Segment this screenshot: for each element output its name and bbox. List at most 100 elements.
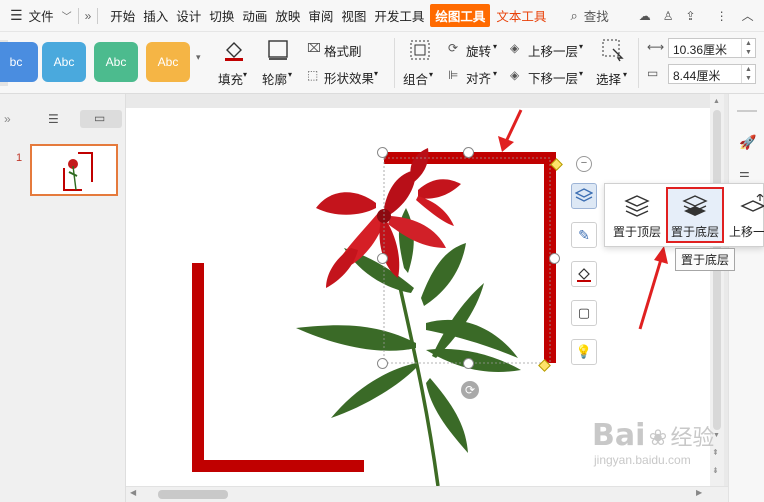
watermark-brand-cn: 经验 [670,425,715,450]
bring-forward-label: 上移一层 [728,225,764,239]
send-backward-button[interactable]: 下移一层 [528,68,578,87]
collapse-toolbar-icon[interactable]: − [576,156,592,172]
format-brush-button[interactable]: 格式刷 [324,41,362,60]
brush-icon: ✎ [578,226,590,243]
tab-view[interactable]: 视图 [339,6,368,25]
width-input[interactable]: 10.36厘米 ▲ ▼ [668,38,756,58]
thumbnail-view-tab[interactable]: ▭ [80,110,122,128]
horizontal-scrollbar-thumb[interactable] [158,490,228,499]
height-value: 8.44厘米 [673,69,721,83]
outline-button[interactable]: 轮廓 [262,69,287,88]
tab-transitions[interactable]: 切换 [207,6,236,25]
bring-to-front-button[interactable]: 置于顶层 [609,188,665,242]
height-icon: ▭ [647,66,659,80]
ribbon: ‹ bc Abc Abc Abc ▾ 填充 ▾ 轮廓 ▾ ⌧ 格式刷 ⬚ 形状效… [0,32,764,94]
bring-forward-icon [740,193,764,212]
next-page-icon[interactable]: ⇟ [712,466,719,475]
fill-bucket-icon[interactable] [222,38,246,62]
fill-button[interactable]: 填充 [218,69,243,88]
arrange-layers-button[interactable] [571,183,597,209]
height-spinner[interactable]: ▲ ▼ [741,65,755,83]
menu-bar: ☰ 文件 ﹀ » 开始 插入 设计 切换 动画 放映 审阅 视图 开发工具 绘图… [0,0,764,32]
rotate-icon[interactable]: ⟳ [448,41,458,55]
resize-handle-t[interactable] [463,147,474,158]
width-icon: ⟷ [647,40,665,54]
shape-style-2[interactable]: Abc [42,42,86,82]
tab-review[interactable]: 审阅 [306,6,335,25]
group-icon[interactable] [408,38,432,62]
tab-animation[interactable]: 动画 [240,6,269,25]
select-button[interactable]: 选择 [596,69,621,88]
expand-pane-icon[interactable]: » [4,112,11,126]
bring-forward-icon[interactable]: ◈ [510,41,519,55]
tab-text-tools[interactable]: 文本工具 [494,6,548,25]
dropdown-arrow: ▾ [493,42,498,51]
style-more-icon[interactable]: ▾ [196,52,201,63]
tab-design[interactable]: 设计 [174,6,203,25]
shape-style-3[interactable]: Abc [94,42,138,82]
resize-handle-b[interactable] [463,358,474,369]
expand-chevron-icon[interactable]: » [85,9,92,23]
rotate-button[interactable]: 旋转 [466,41,491,60]
send-to-back-button[interactable]: 置于底层 [666,187,724,243]
chevron-down-icon[interactable]: ﹀ [62,8,72,23]
search-icon[interactable]: ⌕ [570,8,577,24]
bring-forward-button[interactable]: 上移一层 [528,41,578,60]
tab-insert[interactable]: 插入 [141,6,170,25]
tab-home[interactable]: 开始 [108,6,137,25]
dropdown-arrow: ▾ [579,69,584,78]
send-to-back-label: 置于底层 [670,225,719,239]
quick-idea-button[interactable]: 💡 [571,339,597,365]
slide-thumbnail[interactable] [30,144,118,196]
group-button[interactable]: 组合 [403,69,428,88]
bring-to-front-icon [624,195,650,217]
format-brush-icon[interactable]: ⌧ [307,41,321,55]
pointer-arrow [638,246,668,330]
scroll-right-arrow[interactable]: ▶ [696,488,702,497]
cloud-icon[interactable]: ☁ [639,9,651,23]
resize-handle-r[interactable] [549,253,560,264]
search-button[interactable]: 查找 [582,6,611,25]
shape-style-1[interactable]: bc [0,42,38,82]
quick-fill-button[interactable] [571,261,597,287]
more-icon[interactable]: ⋮ [716,9,728,23]
bring-forward-popup-button[interactable]: 上移一层 [725,188,764,242]
horizontal-scrollbar[interactable]: ◀ ▶ [126,486,728,502]
share-icon[interactable]: ⇪ [686,9,696,23]
shape-effects-button[interactable]: 形状效果 [324,68,374,87]
collapse-ribbon-icon[interactable]: ︿ [742,7,754,24]
send-backward-icon[interactable]: ◈ [510,68,519,82]
shape-style-4[interactable]: Abc [146,42,190,82]
fill-bucket-icon [577,268,591,282]
height-input[interactable]: 8.44厘米 ▲ ▼ [668,64,756,84]
outline-icon[interactable] [266,38,290,62]
slide-thumbnail-pane: » ☰ ▭ 1 [0,94,126,502]
scroll-left-arrow[interactable]: ◀ [130,488,136,497]
layers-icon [575,188,593,202]
dropdown-arrow: ▾ [288,70,293,79]
tab-developer[interactable]: 开发工具 [372,6,426,25]
quick-outline-button[interactable]: ▢ [571,300,597,326]
align-button[interactable]: 对齐 [466,68,491,87]
menu-file[interactable]: 文件 [27,6,56,25]
rotate-handle-icon[interactable]: ⟳ [461,381,479,399]
scroll-up-arrow[interactable]: ▲ [713,98,720,105]
resize-handle-bl[interactable] [377,358,388,369]
resize-handle-tl[interactable] [377,147,388,158]
user-icon[interactable]: ♙ [663,9,674,23]
align-icon[interactable]: ⊫ [448,68,458,82]
outline-view-icon[interactable]: ☰ [48,112,59,126]
quick-brush-button[interactable]: ✎ [571,222,597,248]
width-value: 10.36厘米 [673,43,728,57]
tab-drawing-tools[interactable]: 绘图工具 [430,4,491,27]
resize-handle-l[interactable] [377,253,388,264]
shape-effects-icon[interactable]: ⬚ [307,68,318,82]
select-cursor-icon[interactable] [601,38,625,62]
hamburger-icon[interactable]: ☰ [10,7,23,24]
width-spinner[interactable]: ▲ ▼ [741,39,755,57]
dropdown-arrow: ▾ [493,69,498,78]
rocket-icon[interactable]: 🚀 [739,134,756,151]
dropdown-arrow: ▾ [243,70,248,79]
settings-slider-icon[interactable]: ⚌ [739,166,750,180]
tab-slideshow[interactable]: 放映 [273,6,302,25]
